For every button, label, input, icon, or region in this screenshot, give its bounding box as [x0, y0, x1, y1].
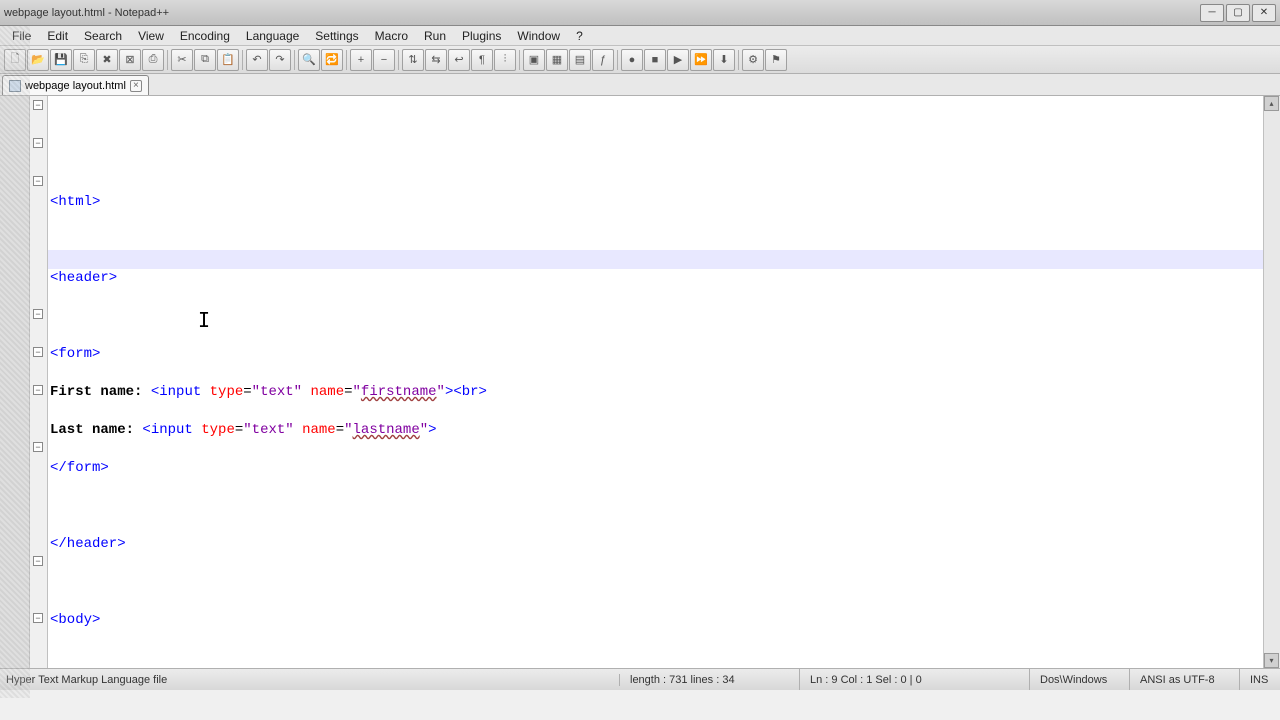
sync-v-icon[interactable]: ⇅: [402, 49, 424, 71]
menu-edit[interactable]: Edit: [39, 27, 76, 45]
wrap-icon[interactable]: ↩: [448, 49, 470, 71]
menu-plugins[interactable]: Plugins: [454, 27, 509, 45]
play-macro-icon[interactable]: ▶: [667, 49, 689, 71]
status-insert-mode: INS: [1240, 669, 1280, 690]
fold-toggle[interactable]: −: [33, 138, 43, 148]
fold-toggle[interactable]: −: [33, 309, 43, 319]
status-eol: Dos\Windows: [1030, 669, 1130, 690]
menu-help[interactable]: ?: [568, 27, 591, 45]
fold-toggle[interactable]: −: [33, 442, 43, 452]
undo-icon[interactable]: ↶: [246, 49, 268, 71]
menubar: File Edit Search View Encoding Language …: [0, 26, 1280, 46]
fold-gutter[interactable]: − − − − − − − − −: [30, 96, 48, 668]
file-tab[interactable]: webpage layout.html ×: [2, 75, 149, 95]
toolbar-separator: [242, 50, 243, 70]
zoom-out-icon[interactable]: −: [373, 49, 395, 71]
tab-close-icon[interactable]: ×: [130, 80, 142, 92]
zoom-in-icon[interactable]: +: [350, 49, 372, 71]
unfold-icon[interactable]: ▦: [546, 49, 568, 71]
new-file-icon[interactable]: 🗋: [4, 49, 26, 71]
code-content[interactable]: <html> <header> <form> First name: <inpu…: [50, 174, 1263, 668]
fold-toggle[interactable]: −: [33, 385, 43, 395]
scroll-down-icon[interactable]: ▾: [1264, 653, 1279, 668]
save-icon[interactable]: 💾: [50, 49, 72, 71]
toolbar-separator: [738, 50, 739, 70]
toolbar: 🗋 📂 💾 ⎘ ✖ ⊠ ⎙ ✂ ⧉ 📋 ↶ ↷ 🔍 🔁 + − ⇅ ⇆ ↩ ¶ …: [0, 46, 1280, 74]
print-icon[interactable]: ⎙: [142, 49, 164, 71]
cut-icon[interactable]: ✂: [171, 49, 193, 71]
save-macro-icon[interactable]: ⬇: [713, 49, 735, 71]
open-file-icon[interactable]: 📂: [27, 49, 49, 71]
extra1-icon[interactable]: ⚙: [742, 49, 764, 71]
menu-file[interactable]: File: [4, 27, 39, 45]
record-macro-icon[interactable]: ●: [621, 49, 643, 71]
doc-map-icon[interactable]: ▤: [569, 49, 591, 71]
func-list-icon[interactable]: ƒ: [592, 49, 614, 71]
status-position: Ln : 9 Col : 1 Sel : 0 | 0: [800, 669, 1030, 690]
statusbar: Hyper Text Markup Language file length :…: [0, 668, 1280, 690]
tabbar: webpage layout.html ×: [0, 74, 1280, 96]
fold-toggle[interactable]: −: [33, 613, 43, 623]
sync-h-icon[interactable]: ⇆: [425, 49, 447, 71]
menu-settings[interactable]: Settings: [307, 27, 366, 45]
status-encoding: ANSI as UTF-8: [1130, 669, 1240, 690]
vertical-scrollbar[interactable]: ▴ ▾: [1263, 96, 1280, 668]
status-length: length : 731 lines : 34: [620, 669, 800, 690]
toolbar-separator: [398, 50, 399, 70]
menu-language[interactable]: Language: [238, 27, 307, 45]
minimize-button[interactable]: ─: [1200, 4, 1224, 22]
extra2-icon[interactable]: ⚑: [765, 49, 787, 71]
copy-icon[interactable]: ⧉: [194, 49, 216, 71]
close-button[interactable]: ✕: [1252, 4, 1276, 22]
menu-macro[interactable]: Macro: [367, 27, 416, 45]
menu-view[interactable]: View: [130, 27, 172, 45]
toolbar-separator: [167, 50, 168, 70]
close-file-icon[interactable]: ✖: [96, 49, 118, 71]
toolbar-separator: [519, 50, 520, 70]
status-filetype: Hyper Text Markup Language file: [0, 674, 620, 686]
paste-icon[interactable]: 📋: [217, 49, 239, 71]
menu-run[interactable]: Run: [416, 27, 454, 45]
window-title: webpage layout.html - Notepad++: [4, 7, 1200, 19]
tab-label: webpage layout.html: [25, 80, 126, 92]
fold-toggle[interactable]: −: [33, 556, 43, 566]
save-all-icon[interactable]: ⎘: [73, 49, 95, 71]
play-multi-icon[interactable]: ⏩: [690, 49, 712, 71]
replace-icon[interactable]: 🔁: [321, 49, 343, 71]
redo-icon[interactable]: ↷: [269, 49, 291, 71]
find-icon[interactable]: 🔍: [298, 49, 320, 71]
close-all-icon[interactable]: ⊠: [119, 49, 141, 71]
fold-toggle[interactable]: −: [33, 100, 43, 110]
line-number-gutter: [0, 96, 30, 668]
file-icon: [9, 80, 21, 92]
fold-icon[interactable]: ▣: [523, 49, 545, 71]
fold-toggle[interactable]: −: [33, 176, 43, 186]
show-all-chars-icon[interactable]: ¶: [471, 49, 493, 71]
scroll-up-icon[interactable]: ▴: [1264, 96, 1279, 111]
toolbar-separator: [346, 50, 347, 70]
editor[interactable]: − − − − − − − − − I <html> <header> <for…: [0, 96, 1280, 668]
menu-encoding[interactable]: Encoding: [172, 27, 238, 45]
titlebar: webpage layout.html - Notepad++ ─ ▢ ✕: [0, 0, 1280, 26]
toolbar-separator: [294, 50, 295, 70]
fold-toggle[interactable]: −: [33, 347, 43, 357]
maximize-button[interactable]: ▢: [1226, 4, 1250, 22]
menu-search[interactable]: Search: [76, 27, 130, 45]
indent-guide-icon[interactable]: ⫶: [494, 49, 516, 71]
menu-window[interactable]: Window: [509, 27, 568, 45]
stop-macro-icon[interactable]: ■: [644, 49, 666, 71]
toolbar-separator: [617, 50, 618, 70]
